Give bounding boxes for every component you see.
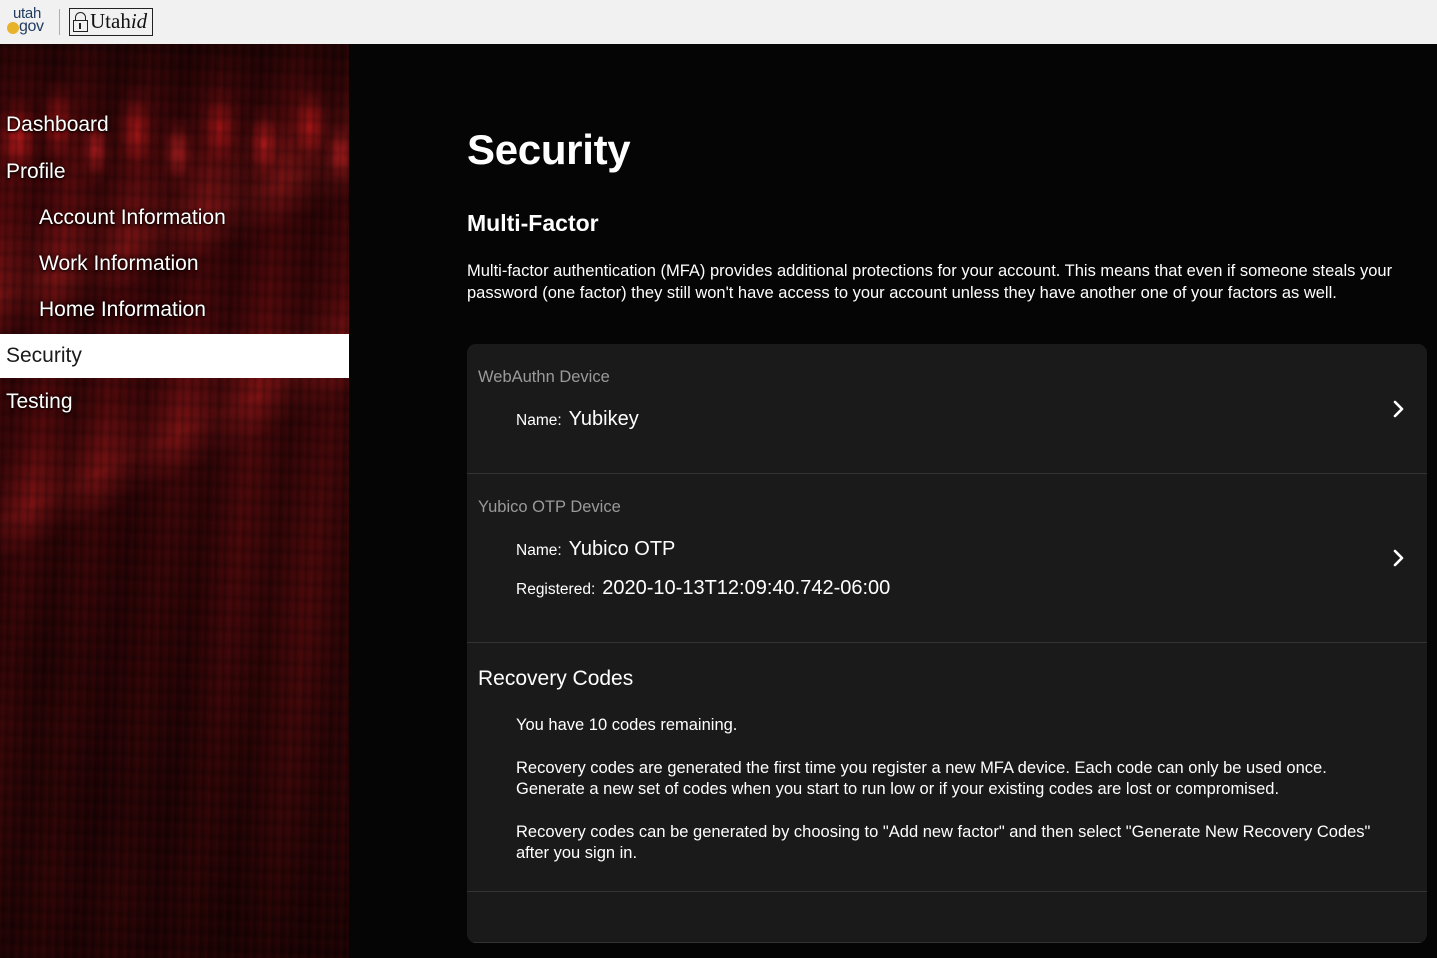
recovery-codes-body: You have 10 codes remaining. Recovery co…	[478, 715, 1381, 865]
sidebar-item-label: Testing	[6, 390, 73, 413]
utahid-logo-main: Utah	[90, 9, 131, 33]
page-title: Security	[467, 126, 631, 173]
chevron-right-icon[interactable]	[1387, 396, 1409, 422]
factor-field-name: Name: Yubikey	[478, 408, 1381, 431]
sidebar-nav: Dashboard Profile Account Information Wo…	[0, 44, 349, 958]
factor-field-value: Yubikey	[568, 408, 639, 430]
sidebar-item-work-information[interactable]: Work Information	[0, 252, 349, 276]
sidebar-item-label: Profile	[6, 160, 66, 183]
section-title-multi-factor: Multi-Factor	[467, 210, 599, 236]
utahid-logo-text: Utahid	[90, 10, 147, 33]
sidebar-item-dashboard[interactable]: Dashboard	[0, 113, 349, 137]
sidebar-item-security[interactable]: Security	[0, 334, 349, 378]
main-content: Security Multi-Factor Multi-factor authe…	[349, 44, 1437, 958]
multi-factor-card: WebAuthn Device Name: Yubikey Yubico OTP…	[467, 344, 1427, 943]
sidebar-item-testing[interactable]: Testing	[0, 390, 349, 414]
next-section-row	[467, 892, 1427, 943]
sidebar-item-label: Home Information	[39, 298, 206, 321]
factor-field-name: Name: Yubico OTP	[478, 538, 1381, 561]
recovery-codes-paragraph-2: Recovery codes can be generated by choos…	[516, 822, 1371, 863]
recovery-codes-remaining: You have 10 codes remaining.	[516, 716, 738, 734]
sidebar-item-account-information[interactable]: Account Information	[0, 206, 349, 230]
recovery-codes-row: Recovery Codes You have 10 codes remaini…	[467, 643, 1427, 892]
factor-field-registered: Registered: 2020-10-13T12:09:40.742-06:0…	[478, 577, 1381, 600]
factor-field-label: Name:	[516, 412, 562, 429]
sidebar-item-profile[interactable]: Profile	[0, 160, 349, 184]
sidebar: Dashboard Profile Account Information Wo…	[0, 44, 349, 958]
utahid-logo-italic: id	[130, 9, 148, 33]
factor-row-webauthn[interactable]: WebAuthn Device Name: Yubikey	[467, 344, 1427, 474]
chevron-right-icon[interactable]	[1387, 545, 1409, 571]
lock-icon	[73, 11, 88, 32]
sidebar-item-label: Dashboard	[6, 113, 109, 136]
sidebar-item-label: Work Information	[39, 252, 199, 275]
factor-field-value: 2020-10-13T12:09:40.742-06:00	[602, 577, 891, 599]
factor-kind-label: WebAuthn Device	[478, 368, 610, 386]
multi-factor-intro-text: Multi-factor authentication (MFA) provid…	[467, 262, 1393, 302]
app-root: utah gov Utahid Dashboard Profile Accoun…	[0, 0, 1437, 958]
factor-field-label: Name:	[516, 542, 562, 559]
factor-kind-label: Yubico OTP Device	[478, 498, 621, 516]
factor-row-yubico-otp[interactable]: Yubico OTP Device Name: Yubico OTP Regis…	[467, 474, 1427, 643]
utah-gov-dot-icon	[7, 22, 19, 34]
sidebar-item-label: Security	[6, 344, 82, 367]
recovery-codes-paragraph-1: Recovery codes are generated the first t…	[516, 758, 1327, 799]
utahid-logo[interactable]: Utahid	[69, 8, 154, 36]
utah-gov-logo[interactable]: utah gov	[6, 5, 50, 39]
utah-gov-logo-line2: gov	[19, 18, 44, 35]
sidebar-item-home-information[interactable]: Home Information	[0, 298, 349, 322]
recovery-codes-heading: Recovery Codes	[478, 667, 634, 690]
sidebar-item-label: Account Information	[39, 206, 226, 229]
factor-field-value: Yubico OTP	[568, 538, 676, 560]
factor-field-label: Registered:	[516, 581, 596, 598]
logo-divider	[59, 9, 60, 35]
top-header-bar: utah gov Utahid	[0, 0, 1437, 44]
